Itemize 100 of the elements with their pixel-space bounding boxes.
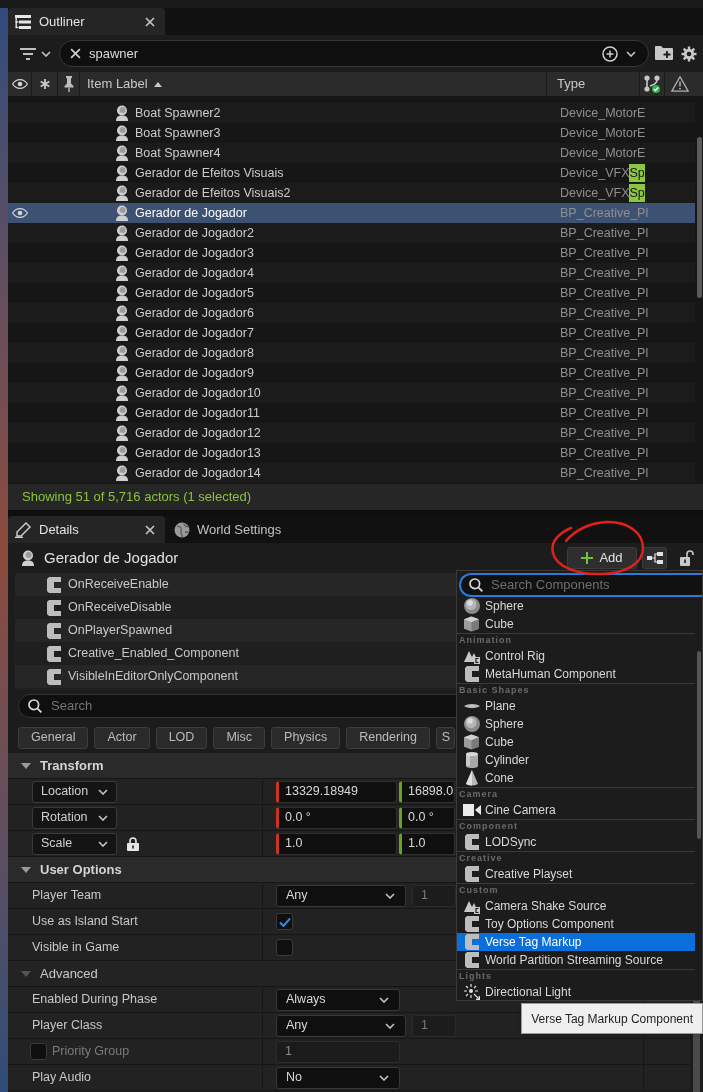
outliner-row[interactable]: Gerador de Jogador8 BP_Creative_Pl — [8, 343, 695, 363]
menu-item[interactable]: Sphere — [457, 597, 695, 615]
menu-item[interactable]: Plane — [457, 697, 695, 715]
number-field[interactable]: 1.0 — [276, 832, 397, 855]
scrollbar-thumb[interactable] — [696, 137, 702, 298]
type-label: Device_MotorE — [560, 124, 646, 142]
dropdown[interactable]: Any — [276, 884, 406, 907]
item-label: Boat Spawner3 — [135, 124, 222, 142]
folder-plus-icon[interactable] — [655, 46, 673, 61]
add-button[interactable]: Add — [567, 547, 637, 569]
close-icon[interactable] — [145, 16, 155, 27]
transform-mode-dropdown[interactable]: Location — [32, 780, 117, 803]
type-label: BP_Creative_Pl — [560, 444, 649, 462]
menu-section-header: Animation — [457, 633, 695, 647]
number-field[interactable]: 13329.18949 — [276, 780, 397, 803]
filter-button[interactable]: Physics — [271, 726, 341, 749]
branch-check-icon[interactable] — [644, 75, 660, 93]
padlock-icon[interactable] — [127, 836, 139, 851]
tab[interactable]: World Settings — [165, 516, 294, 543]
item-label: Boat Spawner4 — [135, 144, 222, 162]
eye-icon[interactable] — [12, 208, 28, 218]
filter-button[interactable]: Actor — [94, 726, 150, 749]
menu-item[interactable]: MetaHuman Component — [457, 665, 695, 683]
menu-item[interactable]: Control Rig — [457, 647, 695, 665]
outliner-row[interactable]: Gerador de Jogador BP_Creative_Pl — [8, 203, 695, 223]
menu-section-header: Custom — [457, 883, 695, 897]
transform-mode-dropdown[interactable]: Scale — [32, 832, 117, 855]
type-label: BP_Creative_Pl — [560, 204, 649, 222]
scrollbar-thumb[interactable] — [696, 651, 701, 839]
cube-icon — [464, 734, 479, 750]
open-padlock-icon[interactable] — [680, 550, 694, 566]
bust-icon — [114, 265, 130, 281]
type-label: Device_MotorE — [560, 144, 646, 162]
checkbox[interactable] — [276, 913, 293, 930]
type-label: Device_VFX — [560, 184, 630, 202]
outliner-row[interactable]: Boat Spawner4 Device_MotorE — [8, 143, 695, 163]
letter-c-icon — [464, 952, 479, 968]
item-label: Gerador de Efeitos Visuais2 — [135, 184, 292, 202]
outliner-row[interactable]: Gerador de Jogador4 BP_Creative_Pl — [8, 263, 695, 283]
bust-icon — [20, 550, 36, 566]
filter-button[interactable]: LOD — [155, 726, 208, 749]
triangle-down-icon[interactable] — [21, 866, 31, 873]
item-label: Gerador de Jogador3 — [135, 244, 255, 262]
clear-icon[interactable] — [70, 48, 81, 59]
bust-icon — [114, 145, 130, 161]
number-field[interactable]: 0.0 ° — [276, 806, 397, 829]
triangle-down-icon[interactable] — [21, 762, 31, 769]
dropdown[interactable]: Any — [276, 1014, 406, 1037]
search-match: Sp — [629, 163, 645, 183]
outliner-row[interactable]: Gerador de Jogador10 BP_Creative_Pl — [8, 383, 695, 403]
menu-item[interactable]: Toy Options Component — [457, 915, 695, 933]
menu-item[interactable]: Cube — [457, 733, 695, 751]
menu-item[interactable]: Camera Shake Source — [457, 897, 695, 915]
tab[interactable]: Details — [8, 516, 165, 543]
pin-icon[interactable] — [63, 76, 74, 92]
outliner-row[interactable]: Gerador de Jogador6 BP_Creative_Pl — [8, 303, 695, 323]
checkbox[interactable] — [30, 1043, 47, 1060]
menu-item[interactable]: Cine Camera — [457, 801, 695, 819]
asterisk-icon[interactable] — [39, 79, 50, 89]
transform-mode-dropdown[interactable]: Rotation — [32, 806, 117, 829]
type-label: Device_MotorE — [560, 104, 646, 122]
property-label: Priority Group — [52, 1043, 130, 1061]
number-field[interactable]: 1 — [412, 1014, 456, 1037]
checkbox[interactable] — [276, 939, 293, 956]
settings-icon[interactable] — [681, 45, 697, 62]
number-field[interactable]: 0.0 ° — [399, 806, 455, 829]
bust-icon — [114, 205, 130, 221]
outliner-row[interactable]: Gerador de Jogador14 BP_Creative_Pl — [8, 463, 695, 483]
filter-button[interactable]: Rendering — [346, 726, 430, 749]
plus-circle-icon[interactable] — [602, 45, 618, 62]
menu-item[interactable]: Verse Tag Markup — [457, 933, 695, 951]
filter-button[interactable]: General — [18, 726, 89, 749]
number-field[interactable]: 1 — [276, 1040, 400, 1063]
menu-item[interactable]: Sphere — [457, 715, 695, 733]
outliner-row[interactable]: Gerador de Efeitos Visuais2 Device_VFXSp — [8, 183, 695, 203]
search-field[interactable]: spawner — [59, 40, 649, 67]
dropdown[interactable]: Always — [276, 988, 400, 1011]
dropdown[interactable]: No — [276, 1066, 400, 1089]
tooltip: Verse Tag Markup Component — [521, 1003, 703, 1034]
close-icon[interactable] — [145, 524, 155, 535]
bust-icon — [114, 165, 130, 181]
filter-button[interactable]: S — [435, 726, 456, 749]
warning-icon[interactable] — [671, 76, 689, 92]
item-label: Gerador de Jogador9 — [135, 364, 255, 382]
menu-item[interactable]: LODSync — [457, 833, 695, 851]
sphere-icon — [463, 598, 480, 614]
menu-section-header: Lights — [457, 969, 695, 983]
blueprint-button[interactable] — [642, 547, 667, 569]
number-field[interactable]: 1.0 — [399, 832, 455, 855]
status-text: Showing 51 of 5,716 actors (1 selected) — [22, 488, 252, 507]
number-field[interactable]: 16898.0 — [399, 780, 455, 803]
tab[interactable]: Outliner — [8, 8, 165, 35]
eye-icon[interactable] — [11, 79, 28, 89]
outliner-row[interactable]: Gerador de Jogador12 BP_Creative_Pl — [8, 423, 695, 443]
search-field[interactable]: Search Components — [459, 573, 702, 597]
letter-c-icon — [47, 599, 61, 616]
outliner-row[interactable]: Boat Spawner2 Device_MotorE — [8, 103, 695, 123]
filter-button[interactable]: Misc — [213, 726, 266, 749]
outliner-row[interactable]: Gerador de Jogador2 BP_Creative_Pl — [8, 223, 695, 243]
number-field[interactable]: 1 — [412, 884, 456, 907]
